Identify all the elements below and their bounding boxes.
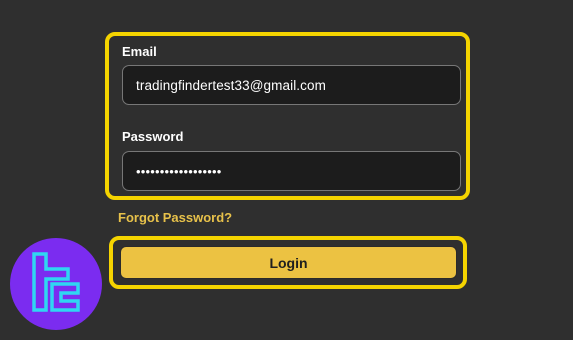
password-label: Password: [122, 129, 184, 144]
tc-glyph: [32, 252, 80, 312]
credentials-group-highlight: Email tradingfindertest33@gmail.com Pass…: [105, 32, 470, 200]
login-button-highlight: Login: [109, 236, 467, 289]
password-field[interactable]: ••••••••••••••••••: [122, 151, 461, 191]
email-label: Email: [122, 44, 157, 59]
forgot-password-link[interactable]: Forgot Password?: [118, 210, 232, 225]
email-field[interactable]: tradingfindertest33@gmail.com: [122, 65, 461, 105]
login-button[interactable]: Login: [120, 246, 457, 279]
tc-brand-icon: [10, 238, 102, 330]
email-field-value: tradingfindertest33@gmail.com: [136, 77, 326, 93]
password-field-value: ••••••••••••••••••: [136, 163, 222, 179]
